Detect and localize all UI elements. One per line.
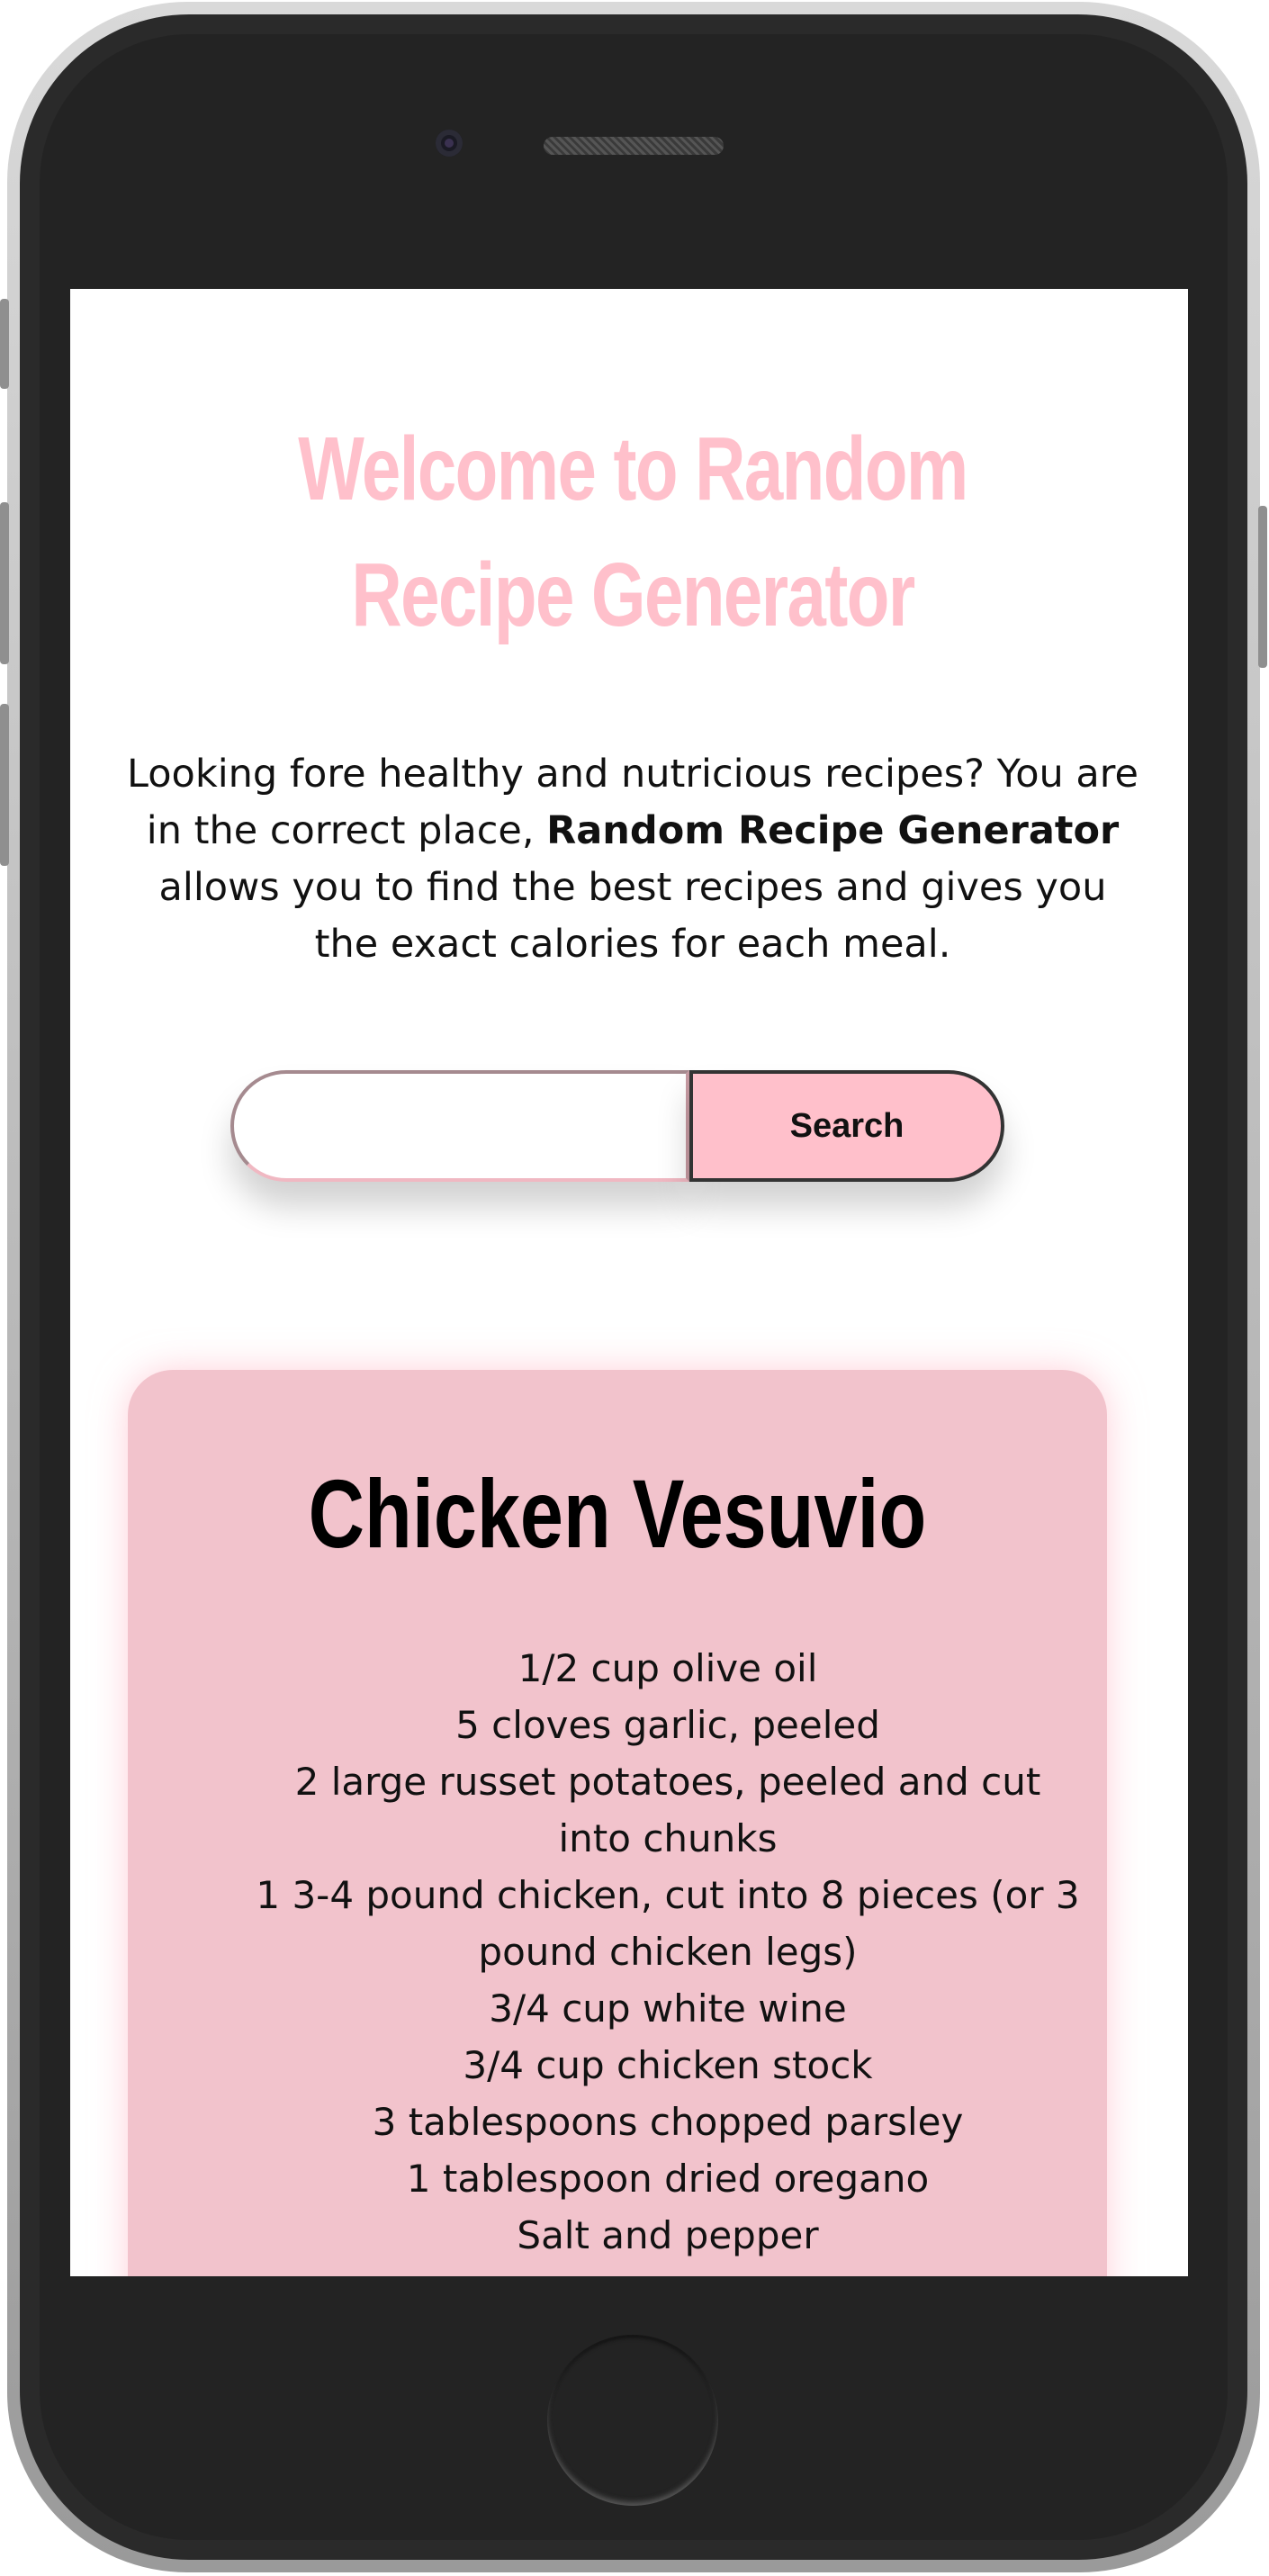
ingredient-item: 1/2 cup olive oil [518,1646,818,1690]
ingredient-item: 5 cloves garlic, peeled [455,1703,880,1747]
ingredient-item: 1 cup frozen peas, thawed [254,2264,1082,2276]
page-title: Welcome to Random Recipe Generator [298,419,968,645]
ingredient-item: 2 large russet potatoes, peeled and cut … [294,1760,1041,1860]
recipe-title: Chicken Vesuvio [308,1459,927,1568]
search-button[interactable]: Search [689,1070,1004,1182]
ingredient-item: Salt and pepper [517,2213,819,2257]
search-input[interactable] [230,1070,689,1182]
ingredient-item: 3/4 cup chicken stock [463,2043,873,2087]
mute-switch [0,299,9,389]
recipe-card: Chicken Vesuvio 1/2 cup olive oil 5 clov… [128,1370,1107,2276]
volume-down-button [0,704,9,866]
ingredient-item: 3 tablespoons chopped parsley [372,2100,964,2144]
intro-text-after: allows you to find the best recipes and … [158,865,1107,967]
ingredient-item: 3/4 cup white wine [489,1986,847,2031]
volume-up-button [0,502,9,664]
phone-screen: Welcome to Random Recipe Generator Looki… [70,289,1188,2276]
ingredient-list: 1/2 cup olive oil 5 cloves garlic, peele… [254,1640,1082,2276]
home-button[interactable] [547,2335,718,2506]
ingredient-item: 1 tablespoon dried oregano [406,2157,930,2201]
search-form: Search [230,1070,1004,1182]
camera-icon [436,130,463,157]
intro-text-brand: Random Recipe Generator [546,808,1120,853]
ingredient-item: 1 3-4 pound chicken, cut into 8 pieces (… [256,1873,1080,1974]
power-button [1258,506,1267,668]
speaker-grille [544,137,724,155]
intro-text: Looking fore healthy and nutricious reci… [124,746,1141,973]
